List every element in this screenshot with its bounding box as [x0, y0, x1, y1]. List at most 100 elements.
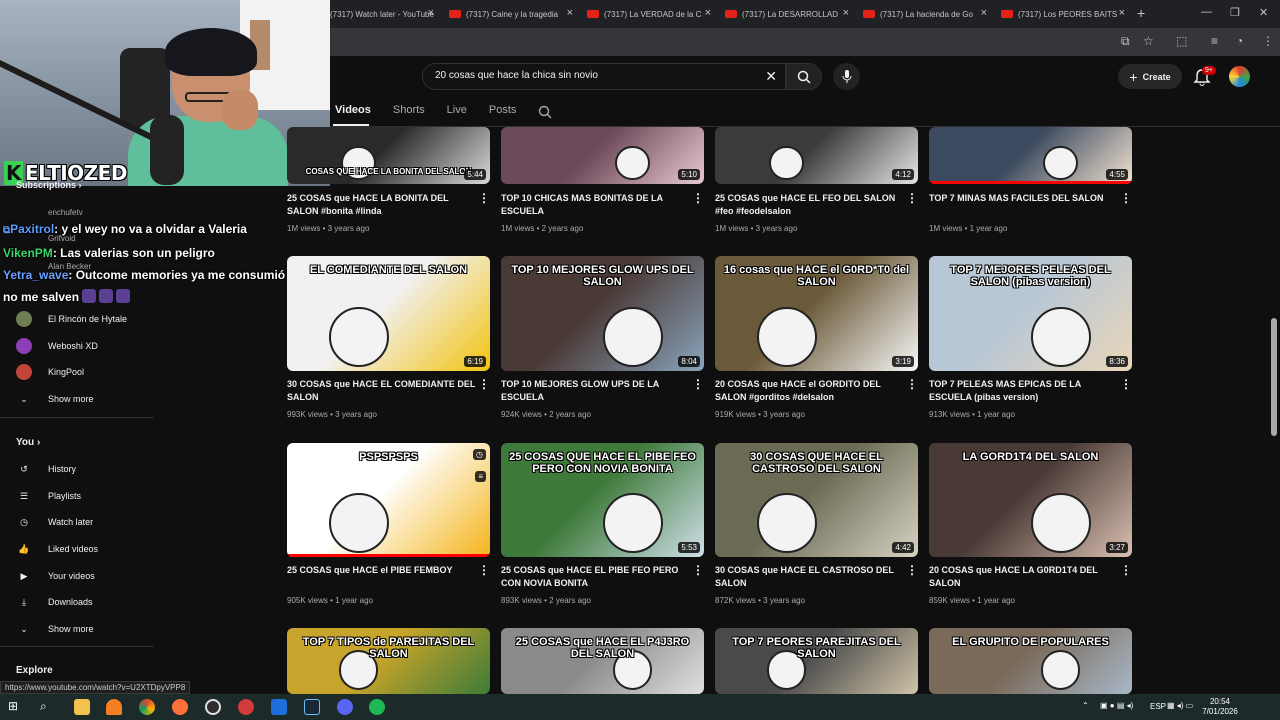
extensions-icon[interactable]: ⬚ [1176, 34, 1187, 48]
sidebar-item-watch-later[interactable]: ◷ Watch later [16, 513, 93, 531]
account-avatar[interactable] [1229, 66, 1250, 87]
spotify-icon[interactable] [369, 699, 385, 715]
video-title[interactable]: 20 COSAS que HACE LA G0RD1T4 DEL SALON [929, 564, 1119, 590]
discord-icon[interactable] [337, 699, 353, 715]
video-title[interactable]: 25 COSAS que HACE EL FEO DEL SALON #feo … [715, 192, 905, 218]
video-menu-icon[interactable]: ⋮ [1120, 191, 1132, 205]
video-menu-icon[interactable]: ⋮ [692, 563, 704, 577]
search-box[interactable]: 20 cosas que hace la chica sin novio ✕ [422, 63, 786, 90]
video-title[interactable]: 20 COSAS que HACE el GORDITO DEL SALON #… [715, 378, 905, 404]
restore-icon[interactable]: ❐ [1230, 6, 1240, 19]
video-menu-icon[interactable]: ⋮ [478, 563, 490, 577]
sidebar-show-more-2[interactable]: ⌄ Show more [16, 620, 93, 638]
tab-videos[interactable]: Videos [335, 104, 371, 120]
scrollbar-thumb[interactable] [1271, 318, 1277, 436]
video-thumbnail[interactable]: LA GORD1T4 DEL SALON 3:27 [929, 443, 1132, 557]
video-menu-icon[interactable]: ⋮ [1120, 377, 1132, 391]
tray-chevron-icon[interactable]: ⌃ [1082, 701, 1089, 711]
video-thumbnail[interactable]: PSPSPSPS ◷ ≡ [287, 443, 490, 557]
clock[interactable]: 20:54 7/01/2026 [1198, 697, 1242, 717]
video-thumbnail[interactable]: TOP 7 TIPOS de PAREJITAS DEL SALON [287, 628, 490, 694]
cast-icon[interactable]: ⧉ [1121, 34, 1130, 49]
video-title[interactable]: TOP 10 CHICAS MAS BONITAS DE LA ESCUELA [501, 192, 691, 218]
video-menu-icon[interactable]: ⋮ [906, 563, 918, 577]
video-menu-icon[interactable]: ⋮ [478, 377, 490, 391]
tab-6[interactable]: (7317) Los PEORES BAITS × [1001, 4, 1125, 24]
close-tab-icon[interactable]: × [705, 7, 711, 19]
windows-start-icon[interactable]: ⊞ [8, 699, 24, 715]
video-thumbnail[interactable]: 4:12 [715, 127, 918, 184]
sidebar-item-history[interactable]: ↺ History [16, 460, 76, 478]
video-thumbnail[interactable]: 30 COSAS QUE HACE EL CASTROSO DEL SALON 4… [715, 443, 918, 557]
sidebar-channel-kingpool[interactable]: KingPool [16, 363, 84, 381]
video-thumbnail[interactable]: 4:55 [929, 127, 1132, 184]
close-tab-icon[interactable]: × [567, 7, 573, 19]
video-title[interactable]: 25 COSAS que HACE LA BONITA DEL SALON #b… [287, 192, 477, 218]
tab-posts[interactable]: Posts [489, 104, 517, 120]
firefox-icon[interactable] [172, 699, 188, 715]
sidebar-channel-rincon[interactable]: El Rincón de Hytale [16, 310, 127, 328]
video-title[interactable]: TOP 10 MEJORES GLOW UPS DE LA ESCUELA [501, 378, 691, 404]
obs-icon[interactable] [205, 699, 221, 715]
create-button[interactable]: + Create [1118, 64, 1182, 89]
vlc-icon[interactable] [106, 699, 122, 715]
video-title[interactable]: TOP 7 PELEAS MAS EPICAS DE LA ESCUELA (p… [929, 378, 1119, 404]
video-menu-icon[interactable]: ⋮ [1120, 563, 1132, 577]
file-explorer-icon[interactable] [74, 699, 90, 715]
video-menu-icon[interactable]: ⋮ [906, 191, 918, 205]
keyboard-language[interactable]: ESP [1150, 702, 1166, 712]
sidebar-channel-weboshi[interactable]: Weboshi XD [16, 337, 98, 355]
sidebar-show-more[interactable]: ⌄ Show more [16, 390, 93, 408]
video-thumbnail[interactable]: TOP 7 PEORES PAREJITAS DEL SALON [715, 628, 918, 694]
video-thumbnail[interactable]: 5:10 [501, 127, 704, 184]
clear-search-icon[interactable]: ✕ [765, 68, 777, 85]
tray-icons[interactable]: ▣ ● ▤ ◂) [1100, 701, 1133, 711]
video-thumbnail[interactable]: EL GRUPITO DE POPULARES [929, 628, 1132, 694]
app-icon[interactable] [238, 699, 254, 715]
new-tab-button[interactable]: + [1137, 5, 1145, 21]
search-taskbar-icon[interactable]: ⌕ [40, 699, 56, 715]
search-button[interactable] [786, 63, 822, 90]
tab-live[interactable]: Live [447, 104, 467, 120]
video-thumbnail[interactable]: 25 COSAS QUE HACE EL PIBE FEO PERO CON N… [501, 443, 704, 557]
video-thumbnail[interactable]: TOP 7 MEJORES PELEAS DEL SALON (pibas ve… [929, 256, 1132, 371]
profile-icon[interactable]: ◔ [1236, 34, 1243, 48]
video-menu-icon[interactable]: ⋮ [478, 191, 490, 205]
tab-shorts[interactable]: Shorts [393, 104, 425, 120]
sidebar-item-downloads[interactable]: ⤓ Downloads [16, 593, 93, 611]
video-thumbnail[interactable]: 25 COSAS que HACE EL P4J3RO DEL SALON [501, 628, 704, 694]
add-to-queue-icon[interactable]: ≡ [475, 471, 486, 482]
video-thumbnail[interactable]: EL COMEDIANTE DEL SALON 6:19 [287, 256, 490, 371]
minimize-icon[interactable]: — [1201, 6, 1212, 18]
media-icon[interactable]: ≡ [1211, 34, 1218, 48]
video-title[interactable]: 30 COSAS que HACE EL CASTROSO DEL SALON [715, 564, 905, 590]
sidebar-item-your-videos[interactable]: ▶ Your videos [16, 567, 95, 585]
video-title[interactable]: TOP 7 MINAS MAS FACILES DEL SALON [929, 192, 1119, 205]
video-menu-icon[interactable]: ⋮ [692, 377, 704, 391]
close-tab-icon[interactable]: × [428, 7, 434, 19]
close-tab-icon[interactable]: × [1119, 7, 1125, 19]
video-thumbnail[interactable]: COSAS QUE HACE LA BONITA DEL SALON 5:44 [287, 127, 490, 184]
sidebar-item-liked[interactable]: 👍 Liked videos [16, 540, 98, 558]
video-title[interactable]: 25 COSAS que HACE EL PIBE FEO PERO CON N… [501, 564, 691, 590]
tab-2[interactable]: (7317) Caine y la tragedia × [449, 4, 573, 24]
voice-search-button[interactable] [833, 63, 860, 90]
video-menu-icon[interactable]: ⋮ [692, 191, 704, 205]
steam-icon[interactable] [304, 699, 320, 715]
video-thumbnail[interactable]: 16 cosas que HACE el G0RD*T0 del SALON 3:… [715, 256, 918, 371]
chrome-icon[interactable] [139, 699, 155, 715]
sidebar-item-playlists[interactable]: ☰ Playlists [16, 487, 81, 505]
video-title[interactable]: 30 COSAS que HACE EL COMEDIANTE DEL SALO… [287, 378, 477, 404]
search-channel-icon[interactable] [538, 105, 552, 119]
tab-4[interactable]: (7317) La DESARROLLAD × [725, 4, 849, 24]
video-title[interactable]: 25 COSAS que HACE el PIBE FEMBOY [287, 564, 477, 577]
sidebar-you-heading[interactable]: You › [16, 437, 40, 448]
close-window-icon[interactable]: ✕ [1259, 6, 1268, 19]
tab-3[interactable]: (7317) La VERDAD de la C × [587, 4, 711, 24]
video-thumbnail[interactable]: TOP 10 MEJORES GLOW UPS DEL SALON 8:04 [501, 256, 704, 371]
tray-icons[interactable]: ▦ ◂) ▭ [1167, 701, 1193, 711]
tab-5[interactable]: (7317) La hacienda de Go × [863, 4, 987, 24]
video-menu-icon[interactable]: ⋮ [906, 377, 918, 391]
watch-later-icon[interactable]: ◷ [473, 449, 486, 460]
bookmark-star-icon[interactable]: ☆ [1143, 34, 1154, 48]
